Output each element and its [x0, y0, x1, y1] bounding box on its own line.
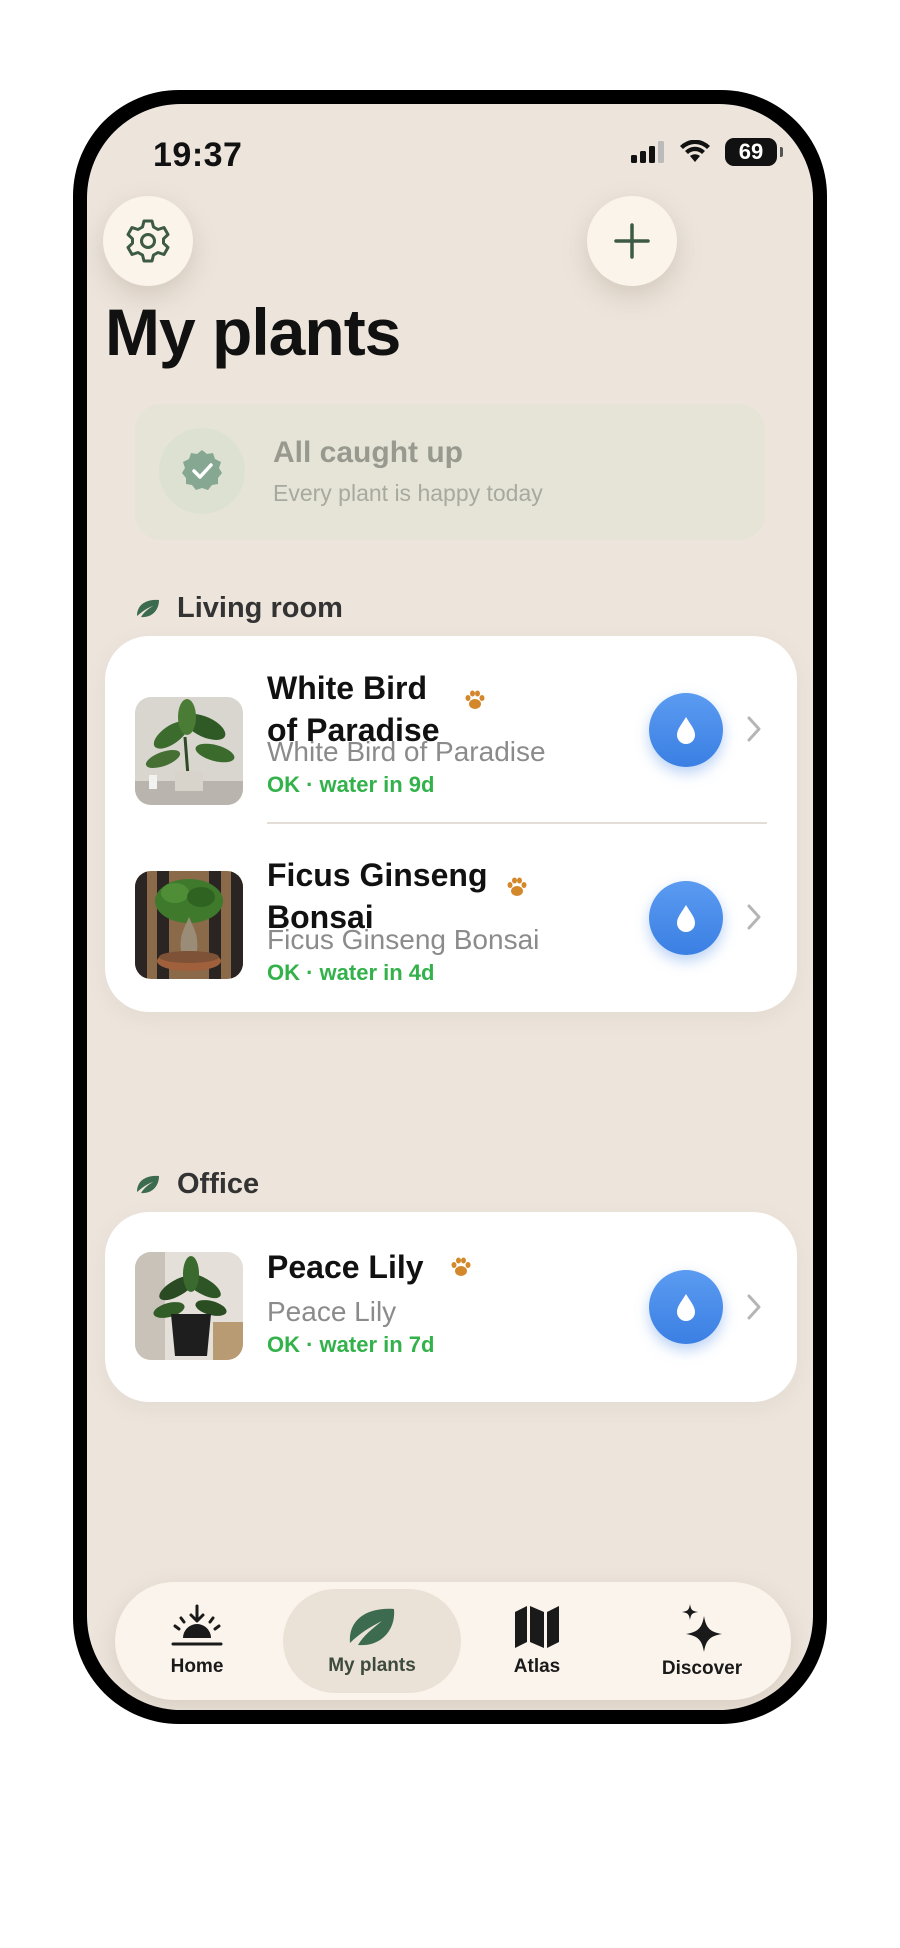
tab-label: Atlas [513, 1656, 561, 1677]
plant-photo [135, 1252, 243, 1360]
plant-row[interactable]: White Bird of Paradise White Bird of Par… [105, 636, 797, 824]
plant-photo [135, 871, 243, 979]
chevron-right-icon [747, 1294, 761, 1320]
tab-bar: Home My plants Atlas Discover [115, 1582, 791, 1700]
tab-label: Discover [661, 1658, 743, 1679]
phone-frame: 19:37 69 My plants All caught up Every p… [73, 90, 827, 1724]
section-title: Living room [177, 592, 343, 624]
water-button[interactable] [649, 881, 723, 955]
tab-discover[interactable]: Discover [627, 1582, 777, 1700]
pet-safe-paw-icon [507, 877, 527, 896]
plant-species: White Bird of Paradise [267, 736, 546, 767]
leaf-icon [137, 599, 159, 617]
plant-name: Peace Lily [267, 1249, 424, 1285]
plant-species: Peace Lily [267, 1296, 397, 1327]
tab-atlas[interactable]: Atlas [467, 1582, 607, 1700]
tab-home[interactable]: Home [127, 1582, 267, 1700]
app-screen: 19:37 69 My plants All caught up Every p… [87, 104, 813, 1710]
water-button[interactable] [649, 693, 723, 767]
pet-safe-paw-icon [451, 1257, 471, 1276]
room-card-office: Peace Lily Peace Lily OK · water in 7d [105, 1212, 797, 1402]
watering-status: OK · water in 7d [267, 1332, 435, 1357]
plant-species: Ficus Ginseng Bonsai [267, 924, 540, 955]
room-card-living-room: White Bird of Paradise White Bird of Par… [105, 636, 797, 1012]
page-title: My plants [105, 295, 401, 369]
pet-safe-paw-icon [465, 690, 485, 709]
banner-title: All caught up [273, 436, 463, 469]
sparkles-icon [682, 1604, 722, 1652]
water-drop-icon [677, 905, 695, 932]
leaf-icon [349, 1608, 395, 1646]
plus-icon [614, 223, 650, 259]
section-header-living-room: Living room [135, 592, 343, 625]
chevron-right-icon [747, 716, 761, 742]
banner-subtitle: Every plant is happy today [273, 480, 543, 506]
all-caught-up-banner: All caught up Every plant is happy today [135, 404, 765, 540]
verified-badge [159, 428, 245, 514]
plant-photo [135, 697, 243, 805]
plant-row[interactable]: Peace Lily Peace Lily OK · water in 7d [105, 1212, 797, 1402]
chevron-right-icon [747, 904, 761, 930]
status-icons: 69 [631, 138, 783, 166]
section-header-office: Office [135, 1168, 259, 1201]
status-time: 19:37 [153, 136, 243, 174]
tab-label: My plants [328, 1655, 416, 1676]
water-drop-icon [677, 1294, 695, 1321]
watering-status: OK · water in 4d [267, 960, 435, 985]
wifi-icon [680, 140, 710, 162]
map-icon [515, 1606, 559, 1648]
gear-icon [126, 219, 170, 263]
add-plant-button[interactable] [587, 196, 677, 286]
water-drop-icon [677, 717, 695, 744]
sunrise-icon [171, 1604, 223, 1646]
watering-status: OK · water in 9d [267, 772, 435, 797]
section-title: Office [177, 1168, 260, 1200]
tab-label: Home [170, 1656, 224, 1677]
plant-row[interactable]: Ficus Ginseng Bonsai Ficus Ginseng Bonsa… [105, 824, 797, 1012]
cellular-signal-icon [631, 141, 664, 163]
tab-my-plants[interactable]: My plants [283, 1589, 461, 1693]
water-button[interactable] [649, 1270, 723, 1344]
battery-icon: 69 [725, 138, 783, 166]
leaf-icon [137, 1175, 159, 1193]
battery-level: 69 [738, 139, 764, 164]
check-badge-icon [182, 450, 222, 490]
settings-button[interactable] [103, 196, 193, 286]
